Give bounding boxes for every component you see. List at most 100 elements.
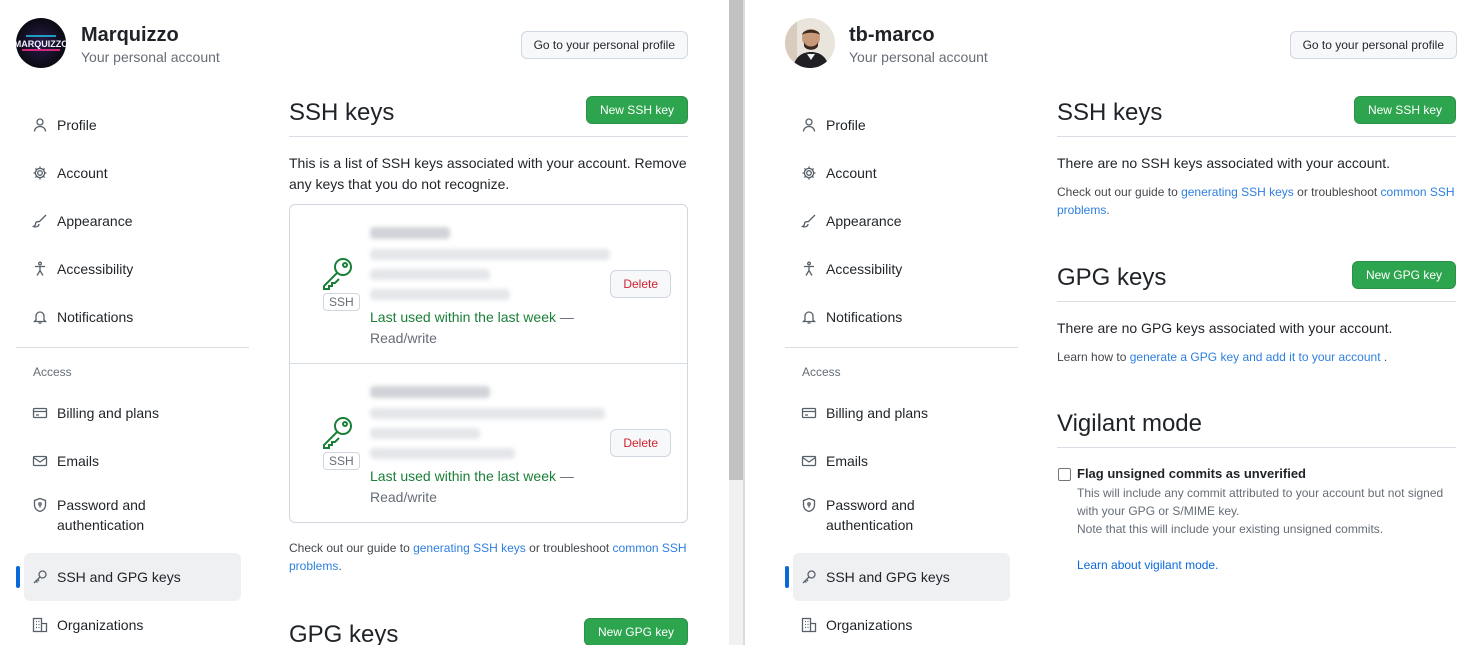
gpg-keys-header: GPG keys New GPG key xyxy=(289,617,688,645)
active-indicator xyxy=(785,566,789,588)
sidebar-item-label: Appearance xyxy=(826,213,902,229)
go-to-profile-button[interactable]: Go to your personal profile xyxy=(520,31,688,59)
sidebar-item-accessibility[interactable]: Accessibility xyxy=(16,245,249,293)
sidebar-item-label: Organizations xyxy=(57,617,144,633)
sidebar-item-label: Notifications xyxy=(826,309,903,325)
vigilant-mode-description: This will include any commit attributed … xyxy=(1077,486,1444,518)
delete-key-button[interactable]: Delete xyxy=(610,270,671,298)
ssh-keys-description: This is a list of SSH keys associated wi… xyxy=(289,155,687,192)
sidebar-item-password-authentication[interactable]: Password and authentication xyxy=(16,485,249,553)
sidebar-item-account[interactable]: Account xyxy=(785,149,1018,197)
key-icon xyxy=(320,255,356,291)
account-name: Marquizzo xyxy=(81,24,179,46)
sidebar-item-appearance[interactable]: Appearance xyxy=(785,197,1018,245)
sidebar-item-billing[interactable]: Billing and plans xyxy=(785,389,1018,437)
right-settings-pane: tb-marco Your personal account Go to you… xyxy=(745,0,1479,645)
sidebar-item-organizations[interactable]: Organizations xyxy=(785,601,1018,645)
sidebar-item-label: Emails xyxy=(826,453,869,469)
person-icon xyxy=(801,117,817,133)
settings-sidebar: Profile Account Appearance Accessibility… xyxy=(785,101,1018,645)
bell-icon xyxy=(801,309,817,325)
organization-icon xyxy=(32,617,48,633)
account-name: tb-marco xyxy=(849,24,935,46)
learn-about-vigilant-mode-link[interactable]: Learn about vigilant mode. xyxy=(1077,556,1456,574)
sidebar-heading-access: Access xyxy=(33,365,72,379)
vigilant-mode-note: Note that this will include your existin… xyxy=(1077,522,1384,536)
account-subtitle: Your personal account xyxy=(849,49,988,65)
sidebar-item-accessibility[interactable]: Accessibility xyxy=(785,245,1018,293)
sidebar-item-ssh-gpg-keys[interactable]: SSH and GPG keys xyxy=(16,553,241,601)
sidebar-item-label: Password and authentication xyxy=(57,497,146,533)
ssh-keys-title: SSH keys xyxy=(1057,99,1163,126)
ssh-keys-title: SSH keys xyxy=(289,99,395,126)
shield-lock-icon xyxy=(801,497,817,513)
sidebar-item-label: Profile xyxy=(57,117,97,133)
accessibility-icon xyxy=(32,261,48,277)
generating-ssh-keys-link[interactable]: generating SSH keys xyxy=(1181,185,1294,199)
credit-card-icon xyxy=(32,405,48,421)
gpg-guide-text: Learn how to generate a GPG key and add … xyxy=(1057,350,1388,364)
sidebar-item-label: Notifications xyxy=(57,309,134,325)
sidebar-divider xyxy=(785,347,1018,348)
new-gpg-key-button[interactable]: New GPG key xyxy=(1351,261,1456,289)
sidebar-item-account[interactable]: Account xyxy=(16,149,249,197)
flag-unsigned-commits-label[interactable]: Flag unsigned commits as unverified xyxy=(1077,466,1456,481)
new-ssh-key-button[interactable]: New SSH key xyxy=(585,96,688,124)
sidebar-item-label: Account xyxy=(826,165,877,181)
ssh-key-item: SSH Last used within the last week — Read… xyxy=(290,364,687,522)
key-last-used: Last used within the last week — Read/wri… xyxy=(370,309,574,346)
flag-unsigned-commits-checkbox[interactable] xyxy=(1058,468,1071,481)
gpg-keys-header: GPG keys New GPG key xyxy=(1057,260,1456,302)
mail-icon xyxy=(32,453,48,469)
settings-sidebar: Profile Account Appearance Accessibility… xyxy=(16,101,249,645)
new-gpg-key-button[interactable]: New GPG key xyxy=(583,618,688,645)
redacted-added-date xyxy=(370,448,515,459)
sidebar-item-label: Organizations xyxy=(826,617,913,633)
mail-icon xyxy=(801,453,817,469)
sidebar-divider xyxy=(16,347,249,348)
generate-gpg-key-link[interactable]: generate a GPG key and add it to your ac… xyxy=(1130,350,1381,364)
avatar[interactable] xyxy=(785,18,835,68)
sidebar-item-notifications[interactable]: Notifications xyxy=(16,293,249,341)
key-icon xyxy=(801,569,817,585)
generating-ssh-keys-link[interactable]: generating SSH keys xyxy=(413,541,526,555)
sidebar-item-label: Billing and plans xyxy=(826,405,928,421)
person-icon xyxy=(32,117,48,133)
new-ssh-key-button[interactable]: New SSH key xyxy=(1353,96,1456,124)
redacted-fingerprint xyxy=(370,428,480,439)
ssh-guide-text: Check out our guide to generating SSH ke… xyxy=(1057,185,1455,217)
sidebar-item-organizations[interactable]: Organizations xyxy=(16,601,249,645)
vigilant-mode-title: Vigilant mode xyxy=(1057,410,1202,437)
sidebar-item-appearance[interactable]: Appearance xyxy=(16,197,249,245)
main-content: SSH keys New SSH key This is a list of S… xyxy=(289,95,688,645)
redacted-added-date xyxy=(370,289,510,300)
sidebar-item-label: Password and authentication xyxy=(826,497,915,533)
sidebar-item-ssh-gpg-keys[interactable]: SSH and GPG keys xyxy=(785,553,1010,601)
redacted-fingerprint xyxy=(370,269,490,280)
vigilant-mode-option: Flag unsigned commits as unverified This… xyxy=(1057,466,1456,574)
key-icon xyxy=(32,569,48,585)
sidebar-item-profile[interactable]: Profile xyxy=(785,101,1018,149)
sidebar-item-label: Emails xyxy=(57,453,100,469)
left-settings-pane: MARQUIZZO Marquizzo Your personal accoun… xyxy=(0,0,729,645)
account-subtitle: Your personal account xyxy=(81,49,220,65)
redacted-key-title xyxy=(370,227,450,239)
go-to-profile-button[interactable]: Go to your personal profile xyxy=(1289,31,1457,59)
sidebar-item-emails[interactable]: Emails xyxy=(785,437,1018,485)
ssh-guide-text: Check out our guide to generating SSH ke… xyxy=(289,541,687,573)
ssh-badge: SSH xyxy=(323,293,360,311)
vigilant-mode-header: Vigilant mode xyxy=(1057,406,1456,448)
gpg-keys-title: GPG keys xyxy=(1057,264,1167,291)
avatar[interactable]: MARQUIZZO xyxy=(16,18,66,68)
avatar-logo-text: MARQUIZZO xyxy=(16,39,66,49)
sidebar-item-notifications[interactable]: Notifications xyxy=(785,293,1018,341)
sidebar-item-label: Appearance xyxy=(57,213,133,229)
sidebar-item-password-authentication[interactable]: Password and authentication xyxy=(785,485,1018,553)
sidebar-item-profile[interactable]: Profile xyxy=(16,101,249,149)
ssh-keys-empty-text: There are no SSH keys associated with yo… xyxy=(1057,155,1391,171)
sidebar-item-emails[interactable]: Emails xyxy=(16,437,249,485)
delete-key-button[interactable]: Delete xyxy=(610,429,671,457)
sidebar-item-label: Accessibility xyxy=(826,261,903,277)
sidebar-item-billing[interactable]: Billing and plans xyxy=(16,389,249,437)
gear-icon xyxy=(801,165,817,181)
